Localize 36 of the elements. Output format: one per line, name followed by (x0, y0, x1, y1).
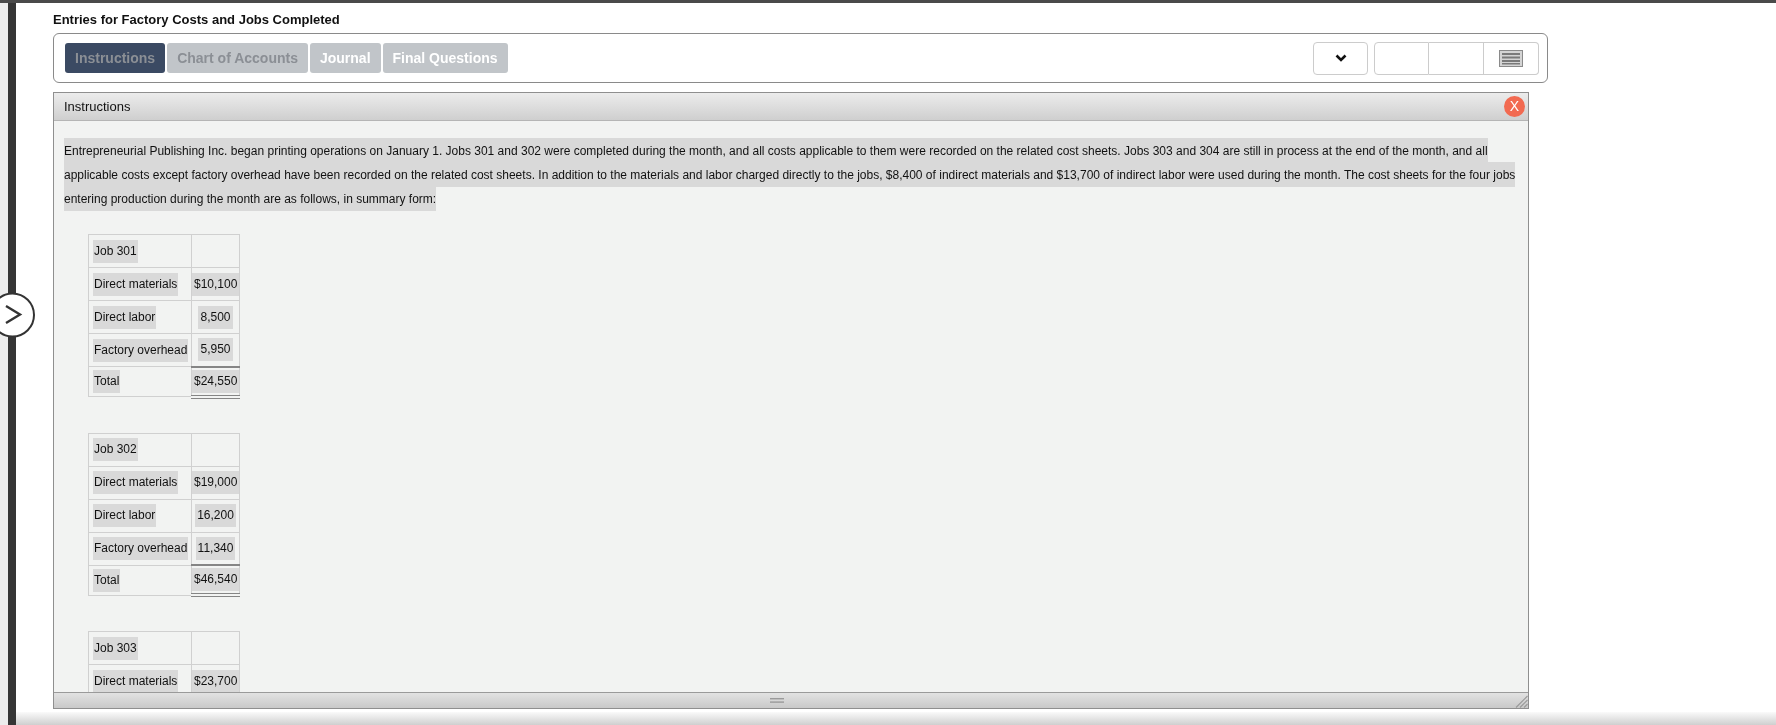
cost-label: Factory overhead (93, 537, 189, 560)
chevron-right-icon (5, 304, 23, 325)
panel-title: Instructions (64, 98, 131, 115)
cost-label: Total (93, 568, 121, 592)
cost-label: Factory overhead (93, 338, 189, 362)
cost-amount: 16,200 (195, 504, 236, 527)
close-button[interactable]: X (1504, 96, 1525, 117)
dropdown-button[interactable] (1313, 41, 1368, 75)
cost-amount: 5,950 (198, 338, 233, 362)
instructions-text: Entrepreneurial Publishing Inc. began printing operations on January 1. Jobs 301 and 302 were completed during the month, and all costs applicable to them were recorded on the related cost sheets. Jobs 303 and 304 are still in process at the end of the month, and all applicable costs except factory overhead have been recorded on the related cost sheets. In addition to the materials and labor charged directly to the jobs, $8,400 of indirect materials and $13,700 of indirect labor were used during the month. The cost sheets for the four jobs entering production during the month are as follows, in summary form: (64, 138, 1518, 210)
tab[interactable]: Instructions (65, 43, 166, 73)
tab[interactable]: Journal (309, 43, 381, 73)
expand-button[interactable] (0, 292, 35, 338)
job-heading: Job 301 (93, 239, 138, 263)
tab[interactable]: Final Questions (382, 43, 508, 73)
grip-icon[interactable] (770, 698, 784, 703)
cost-amount: $19,000 (192, 471, 240, 494)
cost-amount: 11,340 (195, 536, 236, 560)
cost-amount: $46,540 (192, 568, 240, 591)
cost-label: Direct materials (93, 669, 179, 692)
list-icon (1499, 49, 1523, 67)
chevron-down-icon (1334, 54, 1347, 62)
cost-amount: 8,500 (198, 305, 233, 329)
cost-amount: $23,700 (192, 669, 240, 692)
toolbar-button[interactable] (1484, 41, 1539, 75)
resize-handle-icon[interactable] (1515, 695, 1528, 708)
cost-amount: $24,550 (192, 369, 240, 393)
job-heading: Job 303 (93, 636, 138, 660)
cost-label: Direct labor (93, 305, 157, 329)
cost-label: Direct materials (93, 471, 179, 494)
cost-label: Total (93, 370, 121, 393)
job-heading: Job 302 (93, 438, 138, 461)
cost-label: Direct materials (93, 272, 179, 296)
cost-amount: $10,100 (192, 272, 240, 296)
page-title: Entries for Factory Costs and Jobs Completed (53, 12, 341, 27)
cost-label: Direct labor (93, 504, 157, 527)
